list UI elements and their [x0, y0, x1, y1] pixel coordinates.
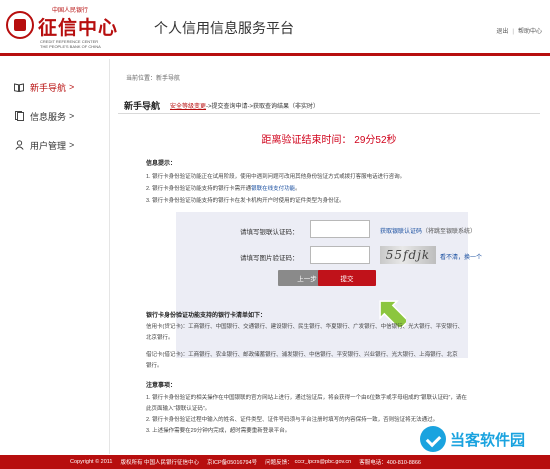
sidebar-item-label: 新手导航	[30, 82, 67, 93]
step-indicator: 安全等级变更->提交查询申请->获取查询结果（非实时）	[170, 101, 319, 110]
chevron-right-icon: >	[69, 111, 75, 121]
main-content: 当前位置：新手导航 新手导航 安全等级变更->提交查询申请->获取查询结果（非实…	[118, 67, 540, 452]
page-title: 新手导航	[124, 101, 161, 111]
sidebar-item-label: 用户管理	[30, 140, 67, 151]
captcha-label: 请填写图片验证码：	[240, 255, 299, 262]
chevron-right-icon: >	[69, 82, 75, 92]
logo[interactable]: 中国人民银行 征信中心 CREDIT REFERENCE CENTER THE …	[6, 5, 118, 49]
logo-english-line2: THE PEOPLE'S BANK OF CHINA	[40, 44, 101, 49]
logo-text: 征信中心	[38, 17, 119, 39]
platform-title: 个人信用信息服务平台	[154, 20, 294, 36]
help-center-link[interactable]: 帮助中心	[518, 29, 542, 35]
user-icon	[14, 140, 24, 150]
unionpay-code-label: 请填写银联认证码：	[240, 229, 299, 236]
step-next: ->提交查询申请	[206, 104, 248, 110]
logout-link[interactable]: 退出	[496, 29, 508, 35]
footer-copyright: Copyright © 2011	[70, 459, 113, 465]
sidebar-item-label: 信息服务	[30, 111, 67, 122]
watermark-logo: 当客软件园	[420, 425, 548, 453]
footer-icp[interactable]: 京ICP备05016794号	[207, 458, 257, 466]
header: 中国人民银行 征信中心 CREDIT REFERENCE CENTER THE …	[0, 0, 550, 56]
header-links: 退出 | 帮助中心	[496, 26, 542, 35]
tip-item: 3. 银行卡身份验证功能支持的银行卡在发卡机构开户时使用的证件类型为身份证。	[146, 198, 345, 204]
divider	[118, 113, 540, 114]
footer-rights: 版权所有 中国人民银行征信中心	[120, 460, 200, 466]
captcha-image: 55fdjk	[380, 246, 436, 264]
credit-card-banks: 信用卡(贷记卡)：工商银行、中国银行、交通银行、建设银行、民生银行、华夏银行、广…	[146, 324, 464, 369]
sidebar: 新手导航 > 信息服务 > 用户管理 >	[0, 59, 110, 454]
pointer-arrow-icon	[379, 300, 406, 327]
unionpay-online-link[interactable]: 银联在线支付功能	[251, 186, 295, 192]
footer-hotline: 客服电话：400-810-8866	[359, 460, 421, 466]
sidebar-item-guide[interactable]: 新手导航 >	[0, 73, 110, 101]
footer-feedback-email[interactable]: cccr_ipcrs@pbc.gov.cn	[295, 459, 352, 465]
step-final: ->获取查询结果（非实时）	[247, 104, 320, 110]
tip-item: 2. 银行卡身份验证功能支持的银行卡需开通银联在线支付功能。	[146, 186, 301, 192]
sidebar-item-info-service[interactable]: 信息服务 >	[0, 102, 110, 130]
sidebar-item-user-management[interactable]: 用户管理 >	[0, 131, 110, 159]
step-current: 安全等级变更	[170, 104, 207, 110]
breadcrumb: 当前位置：新手导航	[126, 76, 181, 82]
chevron-right-icon: >	[69, 140, 75, 150]
captcha-input[interactable]	[310, 246, 370, 264]
banks-title: 银行卡身份验证功能支持的银行卡清单如下：	[146, 313, 267, 319]
footer-feedback-label: 问题反馈：	[265, 460, 293, 466]
separator: |	[512, 29, 514, 35]
redirect-hint: （将跳至银联系统）	[422, 229, 477, 235]
book-icon	[14, 82, 24, 92]
tip-item: 1. 银行卡身份验证功能正在试用阶段，使用中遇到问题可改用其他身份验证方式或拨打…	[146, 174, 406, 180]
watermark-check-icon	[420, 426, 446, 452]
countdown-timer: 距离验证结束时间： 29分52秒	[261, 135, 397, 146]
footer: Copyright © 2011 版权所有 中国人民银行征信中心 京ICP备05…	[0, 455, 550, 469]
watermark-text: 当客软件园	[450, 431, 526, 449]
document-icon	[14, 111, 24, 121]
unionpay-code-input[interactable]	[310, 220, 370, 238]
notes-title: 注意事项：	[146, 383, 177, 389]
refresh-captcha-link[interactable]: 看不清，换一个	[440, 252, 482, 261]
logo-seal-icon	[6, 11, 34, 39]
tips-title: 信息提示：	[146, 161, 177, 167]
get-unionpay-code-link[interactable]: 获取银联认证码	[380, 226, 422, 235]
